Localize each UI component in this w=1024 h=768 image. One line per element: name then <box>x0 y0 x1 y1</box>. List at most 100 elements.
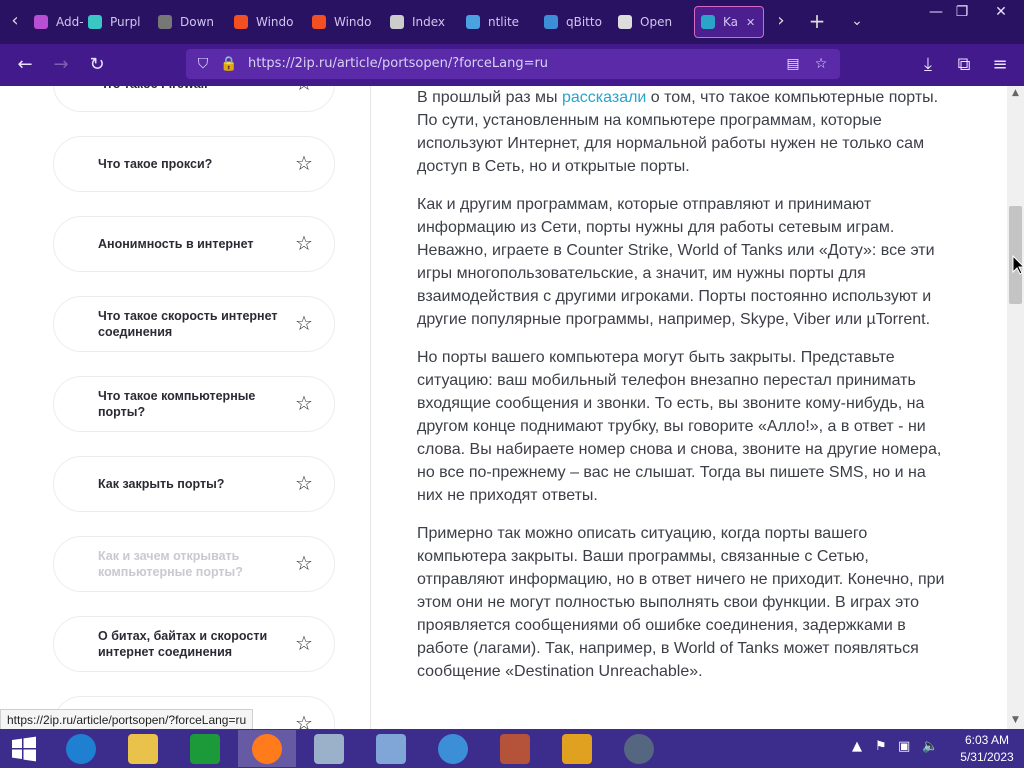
sidebar-article-card[interactable]: Как и зачем открывать компьютерные порты… <box>53 536 335 592</box>
globe-icon <box>390 15 404 29</box>
article-sidebar: Что такое Firewall☆Что такое прокси?☆Ано… <box>0 86 370 729</box>
sidebar-article-card[interactable]: Что такое скорость интернет соединения ☆ <box>53 296 335 352</box>
tab-strip: ‹ Add-i Purpl Down Windo Windo Index ntlite qBi… <box>0 0 1024 44</box>
favorite-star-icon[interactable]: ☆ <box>292 391 316 415</box>
sidebar-article-card[interactable]: Как закрыть порты? ☆ <box>53 456 335 512</box>
tab[interactable]: Ka ✕ <box>694 6 764 38</box>
scroll-up-icon[interactable]: ▲ <box>1007 86 1024 100</box>
taskbar: ▲ ⚑ ▣ 🔈 <box>0 729 1024 768</box>
taskbar-app-button[interactable] <box>114 730 172 767</box>
sidebar-article-title[interactable]: Как закрыть порты? <box>98 457 278 511</box>
firefox-icon <box>252 733 282 764</box>
sidebar-article-card[interactable]: Анонимность в интернет ☆ <box>53 216 335 272</box>
tab[interactable]: Purpl <box>88 6 154 38</box>
favorite-star-icon[interactable]: ☆ <box>292 471 316 495</box>
article-paragraph: Но порты вашего компьютера могут быть за… <box>417 349 942 504</box>
windows-logo-icon <box>12 736 36 761</box>
taskbar-app-button[interactable] <box>610 730 668 767</box>
tab-label: Open <box>640 15 673 29</box>
close-tab-icon[interactable]: ✕ <box>746 16 755 29</box>
start-button[interactable] <box>0 730 48 767</box>
scroll-down-icon[interactable]: ▼ <box>1007 713 1024 727</box>
sidebar-article-title[interactable]: Что такое скорость интернет соединения <box>98 297 278 351</box>
sidebar-article-card[interactable]: Что такое компьютерные порты? ☆ <box>53 376 335 432</box>
tab[interactable]: Open <box>618 6 690 38</box>
article-paragraph: Как и другим программам, которые отправл… <box>417 196 935 328</box>
tab-label: qBitto <box>566 15 602 29</box>
firewall-icon <box>500 733 530 764</box>
favorite-star-icon[interactable]: ☆ <box>292 311 316 335</box>
list-all-tabs-icon[interactable]: ⌄ <box>848 9 866 33</box>
qbittorrent-icon <box>438 733 468 764</box>
tab-label: Add-i <box>56 15 84 29</box>
puzzle-icon <box>34 15 48 29</box>
sidebar-article-title[interactable]: Анонимность в интернет <box>98 217 278 271</box>
forward-icon[interactable]: → <box>50 54 72 76</box>
taskbar-app-button[interactable] <box>548 730 606 767</box>
back-icon[interactable]: ← <box>14 54 36 76</box>
tab[interactable]: Windo <box>234 6 308 38</box>
network-tray-icon[interactable]: ▣ <box>898 739 910 754</box>
taskbar-app-button[interactable] <box>238 730 296 767</box>
taskbar-app-button[interactable] <box>300 730 358 767</box>
favorite-star-icon[interactable]: ☆ <box>292 551 316 575</box>
sidebar-article-title[interactable]: Что такое компьютерные порты? <box>98 377 278 431</box>
new-tab-icon[interactable]: + <box>808 9 826 33</box>
favorite-star-icon[interactable]: ☆ <box>292 231 316 255</box>
sidebar-article-title[interactable]: Что такое Firewall <box>98 86 278 111</box>
restore-window-icon[interactable]: ❐ <box>946 3 978 21</box>
system-clock[interactable]: 6:03 AM 5/31/2023 <box>954 732 1020 766</box>
page-scrollbar[interactable]: ▲ ▼ <box>1007 86 1024 729</box>
url-text[interactable]: https://2ip.ru/article/portsopen/?forceL… <box>248 56 548 71</box>
sidebar-article-card[interactable]: Что такое прокси? ☆ <box>53 136 335 192</box>
volume-muted-icon[interactable]: 🔈 <box>922 739 938 754</box>
taskbar-app-button[interactable] <box>362 730 420 767</box>
windows-icon <box>312 15 326 29</box>
extensions-icon[interactable]: ⧉ <box>953 54 975 76</box>
sidebar-article-title[interactable]: Как и зачем открывать компьютерные порты… <box>98 537 278 591</box>
taskbar-app-button[interactable] <box>176 730 234 767</box>
ip-icon <box>701 15 715 29</box>
favorite-star-icon[interactable]: ☆ <box>292 711 316 729</box>
divider <box>370 86 371 729</box>
show-hidden-icons-icon[interactable]: ▲ <box>852 739 862 754</box>
article-link[interactable]: рассказали <box>562 89 646 106</box>
action-center-flag-icon[interactable]: ⚑ <box>875 739 887 754</box>
favorite-star-icon[interactable]: ☆ <box>292 86 316 95</box>
network-icon <box>624 733 654 764</box>
close-window-icon[interactable]: ✕ <box>984 3 1018 21</box>
taskbar-app-button[interactable] <box>424 730 482 767</box>
tracking-protection-icon[interactable]: ⛉ <box>194 55 212 73</box>
tab-label: Ka <box>723 15 739 29</box>
tab[interactable]: Add-i <box>34 6 84 38</box>
lock-icon[interactable]: 🔒 <box>220 55 238 73</box>
reload-icon[interactable]: ↻ <box>86 54 108 76</box>
menu-icon[interactable]: ≡ <box>989 54 1011 76</box>
sidebar-article-card[interactable]: Что такое Firewall ☆ <box>53 86 335 112</box>
favorite-star-icon[interactable]: ☆ <box>292 151 316 175</box>
tab[interactable]: Index <box>390 6 462 38</box>
store-icon <box>190 733 220 764</box>
tab[interactable]: Windo <box>312 6 386 38</box>
download-icon <box>158 15 172 29</box>
tab[interactable]: qBitto <box>544 6 614 38</box>
downloads-icon[interactable]: ⤓ <box>917 54 939 76</box>
reader-view-icon[interactable]: ▤ <box>784 55 802 73</box>
ntlite-icon <box>466 15 480 29</box>
sidebar-article-title[interactable]: О битах, байтах и скорости интернет соед… <box>98 617 278 671</box>
taskbar-app-button[interactable] <box>52 730 110 767</box>
sidebar-article-title[interactable]: Что такое прокси? <box>98 137 278 191</box>
tab-label: Down <box>180 15 215 29</box>
tab-scroll-left-icon[interactable]: ‹ <box>6 9 24 33</box>
sidebar-article-card[interactable]: О битах, байтах и скорости интернет соед… <box>53 616 335 672</box>
windows-icon <box>234 15 248 29</box>
tab[interactable]: ntlite <box>466 6 540 38</box>
bookmark-star-icon[interactable]: ☆ <box>812 55 830 73</box>
taskbar-app-button[interactable] <box>486 730 544 767</box>
tab-scroll-right-icon[interactable]: › <box>772 9 790 33</box>
tab[interactable]: Down <box>158 6 230 38</box>
openai-icon <box>618 15 632 29</box>
address-bar[interactable]: ⛉ 🔒 https://2ip.ru/article/portsopen/?fo… <box>186 49 840 79</box>
favorite-star-icon[interactable]: ☆ <box>292 631 316 655</box>
article-paragraph: Примерно так можно описать ситуацию, ког… <box>417 525 945 680</box>
